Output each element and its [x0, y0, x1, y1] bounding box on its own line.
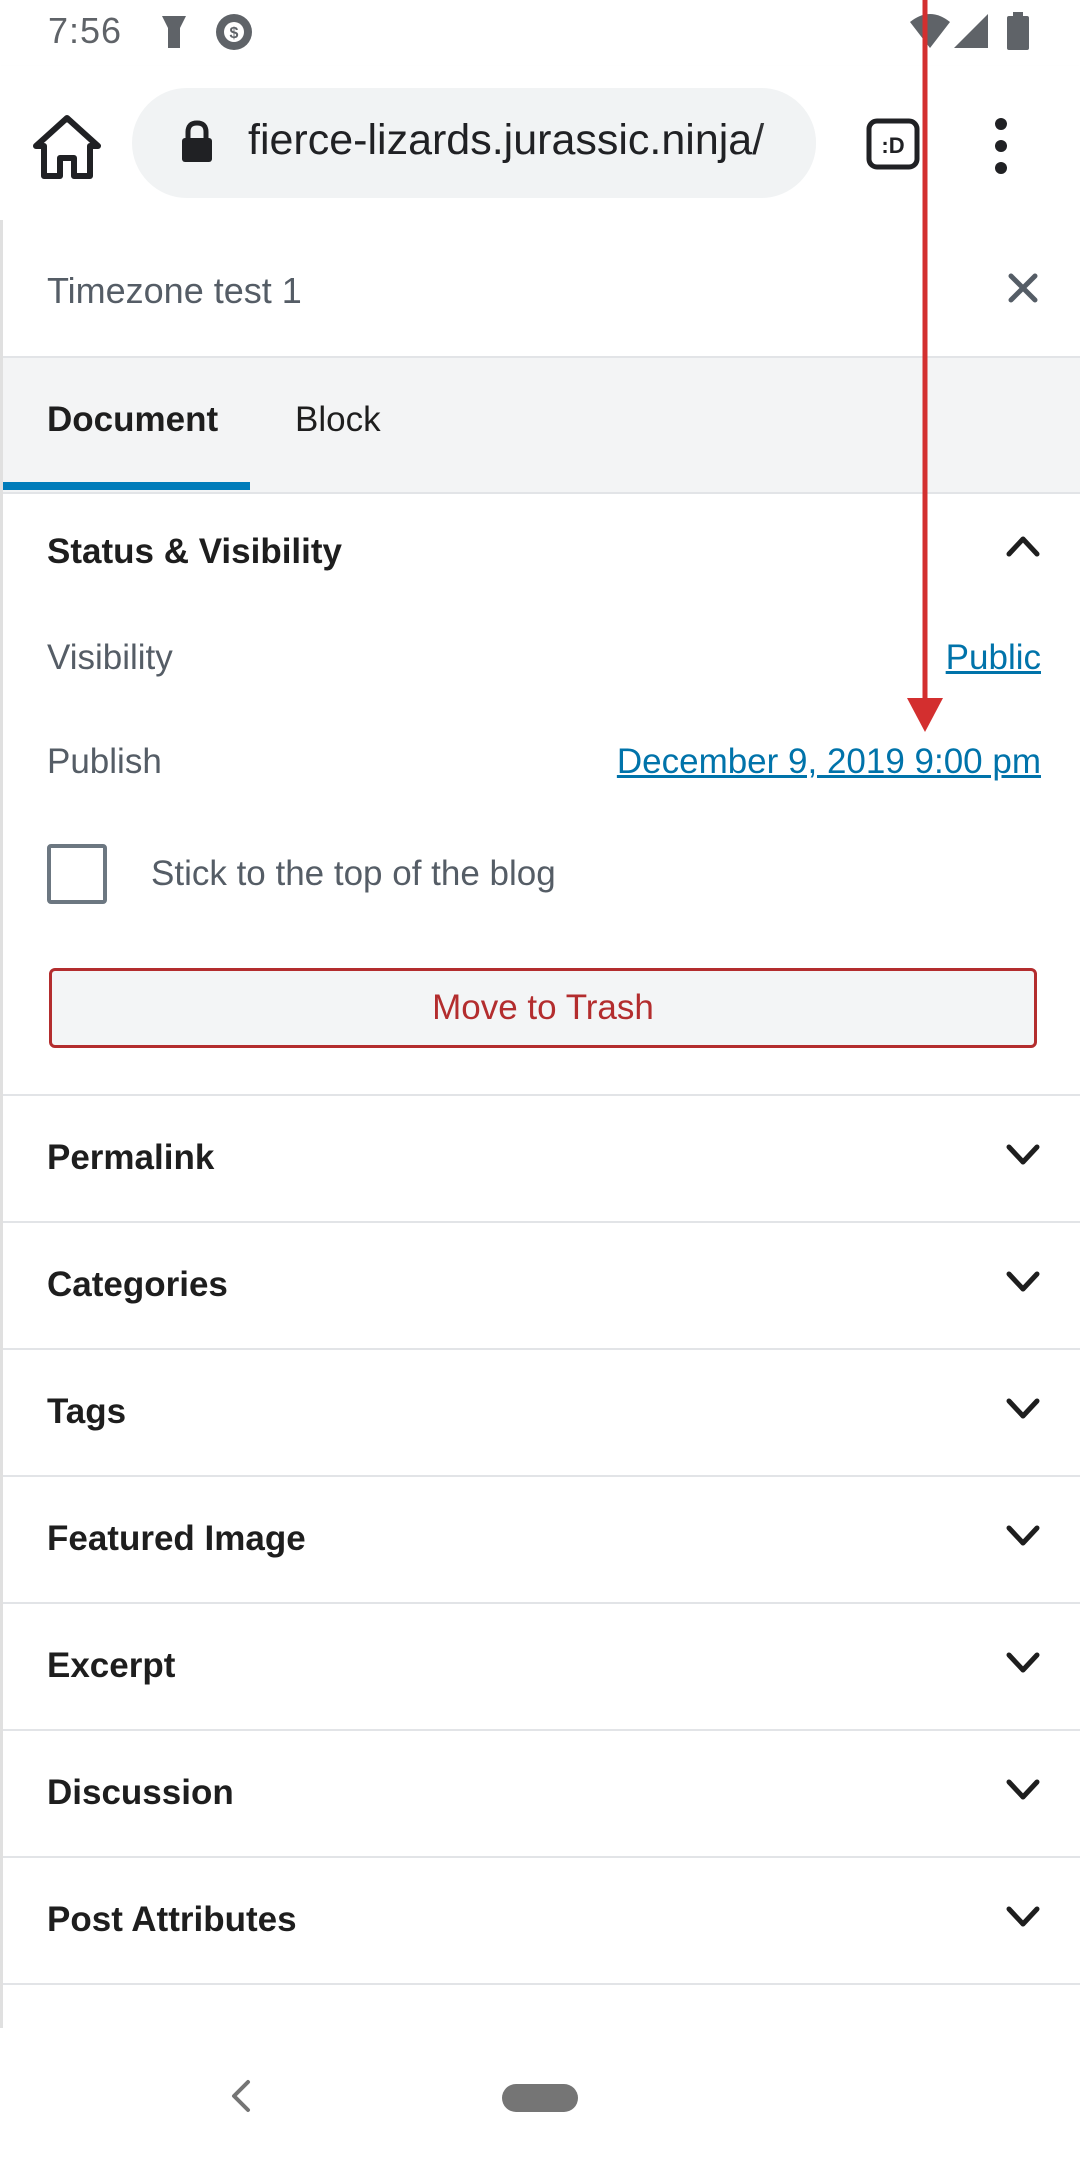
- section-title-permalink: Permalink: [47, 1138, 215, 1177]
- url-bar[interactable]: fierce-lizards.jurassic.ninja/: [132, 88, 816, 198]
- svg-text:$: $: [230, 25, 239, 42]
- tab-block[interactable]: Block: [295, 400, 381, 440]
- chevron-up-icon: [1006, 536, 1040, 557]
- url-text: fierce-lizards.jurassic.ninja/: [248, 116, 765, 164]
- sidebar-header: Timezone test 1: [3, 220, 1080, 358]
- flashlight-icon: [162, 16, 186, 48]
- system-nav-bar: [0, 2028, 1080, 2160]
- chevron-down-icon: [1006, 1906, 1040, 1927]
- publish-date-link[interactable]: December 9, 2019 9:00 pm: [617, 742, 1041, 782]
- battery-icon: [1007, 12, 1029, 50]
- section-discussion[interactable]: Discussion: [3, 1731, 1080, 1857]
- visibility-link[interactable]: Public: [946, 638, 1041, 678]
- overflow-menu-icon[interactable]: [986, 116, 1016, 176]
- chevron-down-icon: [1006, 1271, 1040, 1292]
- chevron-down-icon: [1006, 1525, 1040, 1546]
- section-post-attributes[interactable]: Post Attributes: [3, 1858, 1080, 1984]
- section-tags[interactable]: Tags: [3, 1350, 1080, 1476]
- section-title-status-visibility: Status & Visibility: [47, 532, 342, 571]
- money-app-icon: $: [216, 14, 252, 50]
- section-featured-image[interactable]: Featured Image: [3, 1477, 1080, 1603]
- svg-text::D: :D: [881, 133, 904, 158]
- section-title-excerpt: Excerpt: [47, 1646, 176, 1685]
- move-to-trash-button[interactable]: Move to Trash: [49, 968, 1037, 1048]
- status-bar: 7:56 $: [0, 0, 1080, 66]
- tab-document[interactable]: Document: [47, 400, 218, 440]
- sticky-checkbox[interactable]: [47, 844, 107, 904]
- browser-toolbar: fierce-lizards.jurassic.ninja/ :D: [0, 66, 1080, 222]
- home-pill[interactable]: [502, 2084, 578, 2112]
- lock-icon: [182, 120, 212, 162]
- status-visibility-toggle[interactable]: Status & Visibility: [3, 494, 1080, 594]
- visibility-label: Visibility: [47, 638, 173, 677]
- section-title-tags: Tags: [47, 1392, 127, 1431]
- wifi-icon: [910, 14, 950, 48]
- section-title-discussion: Discussion: [47, 1773, 234, 1812]
- section-title-featured-image: Featured Image: [47, 1519, 306, 1558]
- section-permalink[interactable]: Permalink: [3, 1096, 1080, 1222]
- post-title: Timezone test 1: [47, 270, 302, 311]
- sticky-checkbox-label[interactable]: Stick to the top of the blog: [151, 854, 556, 894]
- close-icon[interactable]: [1003, 268, 1043, 308]
- chevron-down-icon: [1006, 1779, 1040, 1800]
- settings-sidebar: Timezone test 1 Document Block Status & …: [0, 220, 1080, 2028]
- tab-switcher-icon[interactable]: :D: [866, 118, 920, 170]
- divider: [3, 1983, 1080, 1985]
- chevron-down-icon: [1006, 1144, 1040, 1165]
- section-excerpt[interactable]: Excerpt: [3, 1604, 1080, 1730]
- home-icon[interactable]: [28, 112, 106, 182]
- status-time: 7:56: [48, 10, 123, 51]
- section-title-post-attributes: Post Attributes: [47, 1900, 297, 1939]
- back-icon[interactable]: [226, 2076, 256, 2116]
- publish-label: Publish: [47, 742, 162, 781]
- chevron-down-icon: [1006, 1398, 1040, 1419]
- signal-icon: [954, 14, 988, 48]
- active-tab-indicator: [3, 482, 250, 490]
- url-fade: [756, 88, 816, 198]
- section-title-categories: Categories: [47, 1265, 228, 1304]
- section-categories[interactable]: Categories: [3, 1223, 1080, 1349]
- sidebar-tabs: Document Block: [3, 358, 1080, 494]
- chevron-down-icon: [1006, 1652, 1040, 1673]
